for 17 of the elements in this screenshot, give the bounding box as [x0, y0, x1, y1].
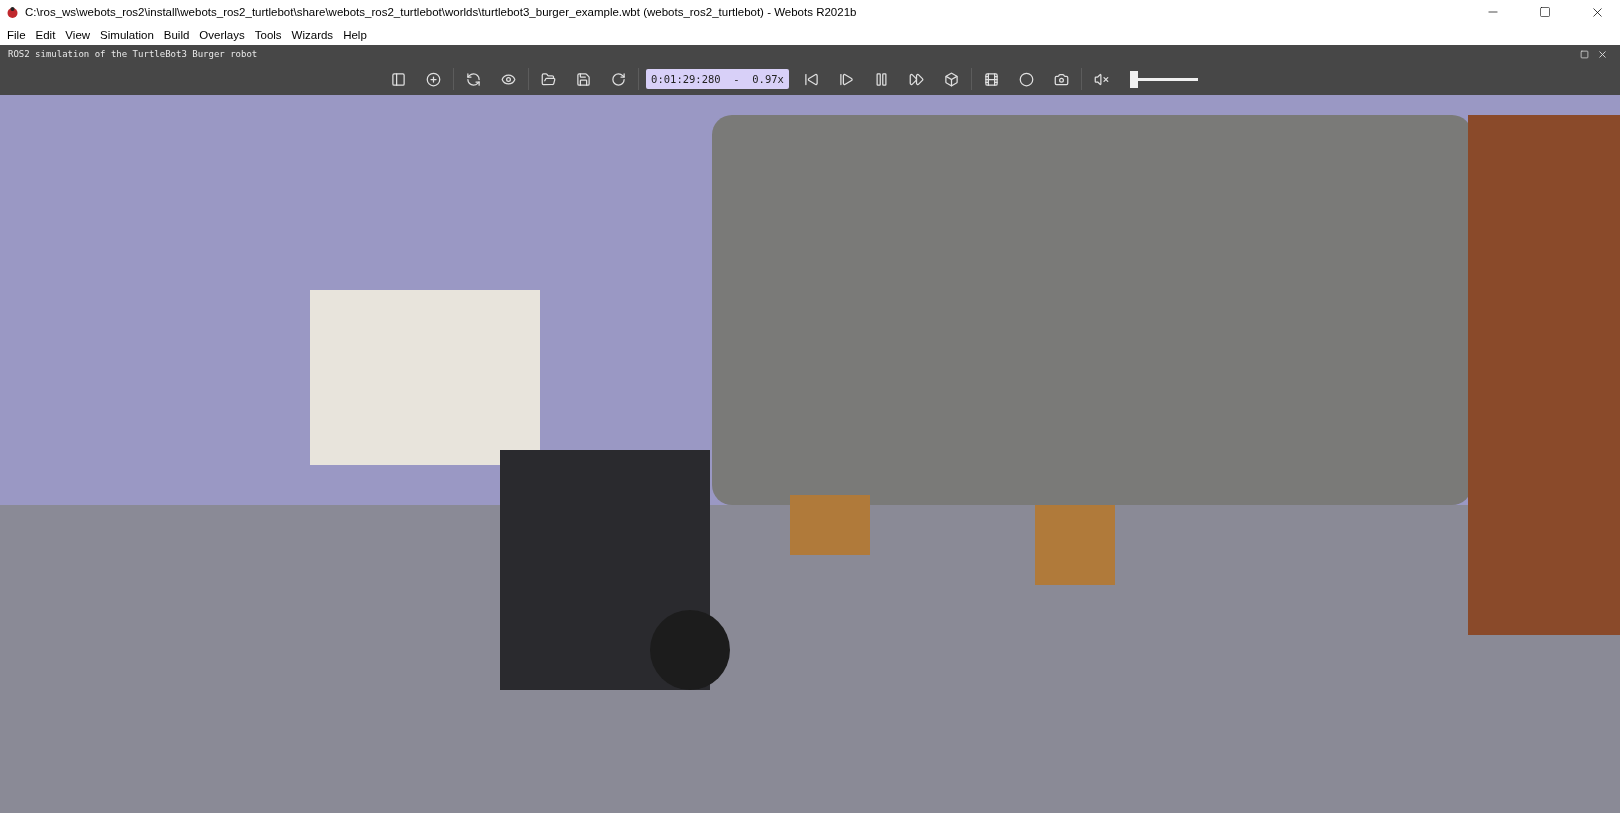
panel-title: ROS2 simulation of the TurtleBot3 Burger robot — [8, 49, 259, 59]
simulation-time: 0:01:29:280 - 0.97x — [646, 69, 789, 89]
menu-item[interactable]: Build — [158, 24, 195, 45]
menu-item[interactable]: Edit — [30, 24, 61, 45]
volume-slider[interactable] — [1129, 70, 1198, 88]
menu-item[interactable]: Simulation — [95, 24, 159, 45]
menu-item[interactable]: Overlays — [194, 24, 250, 45]
window-title: C:\ros_ws\webots_ros2\install\webots_ros2_turtlebot\share\webots_ros2_turtlebot\worlds\turtlebot3_burger_example.wbt (webots_ros2_turtlebot) - Webots R2021b — [25, 6, 858, 18]
float-icon[interactable] — [1580, 49, 1589, 59]
menu-item[interactable]: Wizards — [286, 24, 339, 45]
menu-item[interactable]: Help — [338, 24, 372, 45]
maximize-icon[interactable] — [1539, 6, 1551, 18]
menu-item[interactable]: File — [2, 24, 31, 45]
close-icon[interactable] — [1597, 48, 1608, 60]
ladybug-icon — [6, 5, 19, 19]
menu-item[interactable]: Tools — [249, 24, 287, 45]
menu-item[interactable]: View — [60, 24, 96, 45]
